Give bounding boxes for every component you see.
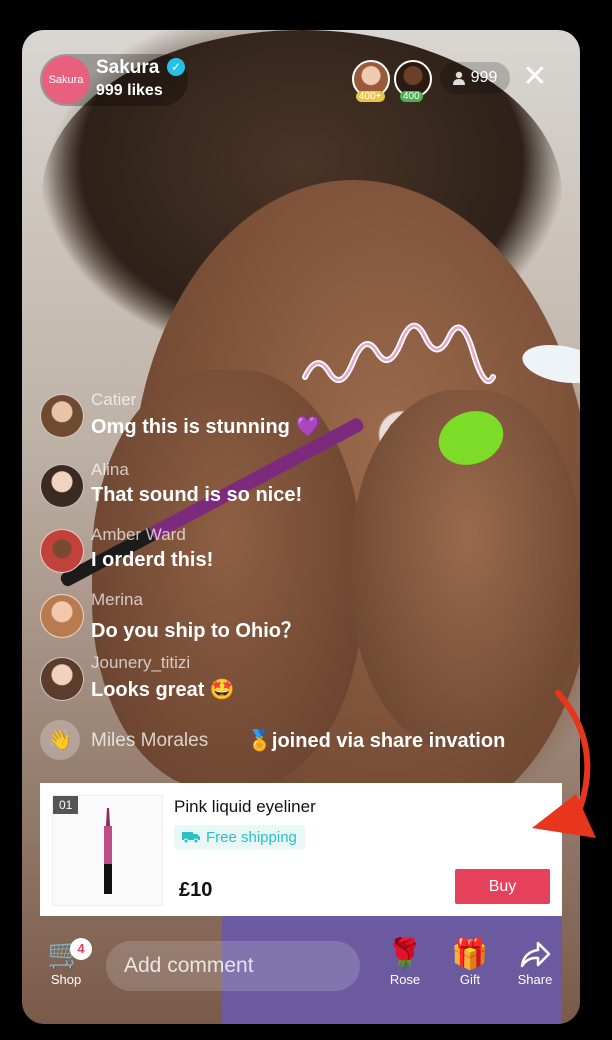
commenter-avatar xyxy=(40,464,84,508)
viewer-count-value: 999 xyxy=(470,69,498,86)
comment-text: I orderd this! xyxy=(91,549,214,571)
eyeliner-pen-image xyxy=(104,808,112,894)
comment-text: Omg this is stunning 💜 xyxy=(91,416,321,438)
comment-text: Looks great 🤩 xyxy=(91,679,235,701)
commenter-name: Catier xyxy=(91,390,137,409)
host-name: Sakura xyxy=(96,57,160,78)
free-shipping-badge: Free shipping xyxy=(174,825,305,849)
join-event-text: 🏅joined via share invation xyxy=(247,730,506,752)
commenter-name: Amber Ward xyxy=(91,525,186,544)
comment-text: Do you ship to Ohio？ xyxy=(91,620,301,642)
product-title[interactable]: Pink liquid eyeliner xyxy=(174,797,316,817)
share-label: Share xyxy=(517,972,553,987)
commenter-avatar xyxy=(40,529,84,573)
commenter-name: Alina xyxy=(91,460,129,479)
shop-count-badge: 4 xyxy=(70,938,92,960)
top-viewer-avatar[interactable]: 400+ xyxy=(352,60,390,102)
free-shipping-label: Free shipping xyxy=(206,828,297,846)
share-button[interactable]: Share xyxy=(513,938,557,987)
add-comment-input[interactable]: Add comment xyxy=(106,941,360,991)
comment-text: That sound is so nice! xyxy=(91,484,303,506)
wave-hand-icon: 👋 xyxy=(40,720,80,760)
viewer-count[interactable]: 999 xyxy=(440,62,510,94)
annotation-arrow xyxy=(532,690,596,838)
commenter-avatar xyxy=(40,394,84,438)
rose-icon: 🌹 xyxy=(386,938,424,971)
product-card[interactable]: 01 Pink liquid eyeliner Free shipping £1… xyxy=(40,783,562,916)
product-price: £10 xyxy=(179,879,213,901)
product-thumbnail[interactable]: 01 xyxy=(52,795,163,906)
host-likes: 999 likes xyxy=(96,82,163,99)
viewer-badge: 400+ xyxy=(356,91,385,102)
rose-button[interactable]: 🌹 Rose xyxy=(384,938,426,987)
host-avatar[interactable]: Sakura xyxy=(42,56,90,104)
commenter-avatar xyxy=(40,594,84,638)
eyeliner-squiggle xyxy=(302,322,496,385)
verified-check-icon: ✓ xyxy=(167,58,185,76)
close-icon[interactable]: ✕ xyxy=(520,62,550,92)
rose-label: Rose xyxy=(389,972,421,987)
gift-label: Gift xyxy=(459,972,481,987)
shop-label: Shop xyxy=(50,972,82,987)
viewer-badge: 400 xyxy=(400,91,423,102)
top-viewer-avatar[interactable]: 400 xyxy=(394,60,432,102)
truck-icon xyxy=(182,832,200,843)
buy-button[interactable]: Buy xyxy=(455,869,550,904)
commenter-avatar xyxy=(40,657,84,701)
joined-user-name: Miles Morales xyxy=(91,730,209,751)
share-arrow-icon xyxy=(520,941,551,968)
commenter-name: Jounery_titizi xyxy=(91,653,191,672)
person-icon xyxy=(452,71,465,85)
gift-icon: 🎁 xyxy=(451,938,489,971)
commenter-name: Merina xyxy=(91,590,143,609)
gift-button[interactable]: 🎁 Gift xyxy=(449,938,491,987)
